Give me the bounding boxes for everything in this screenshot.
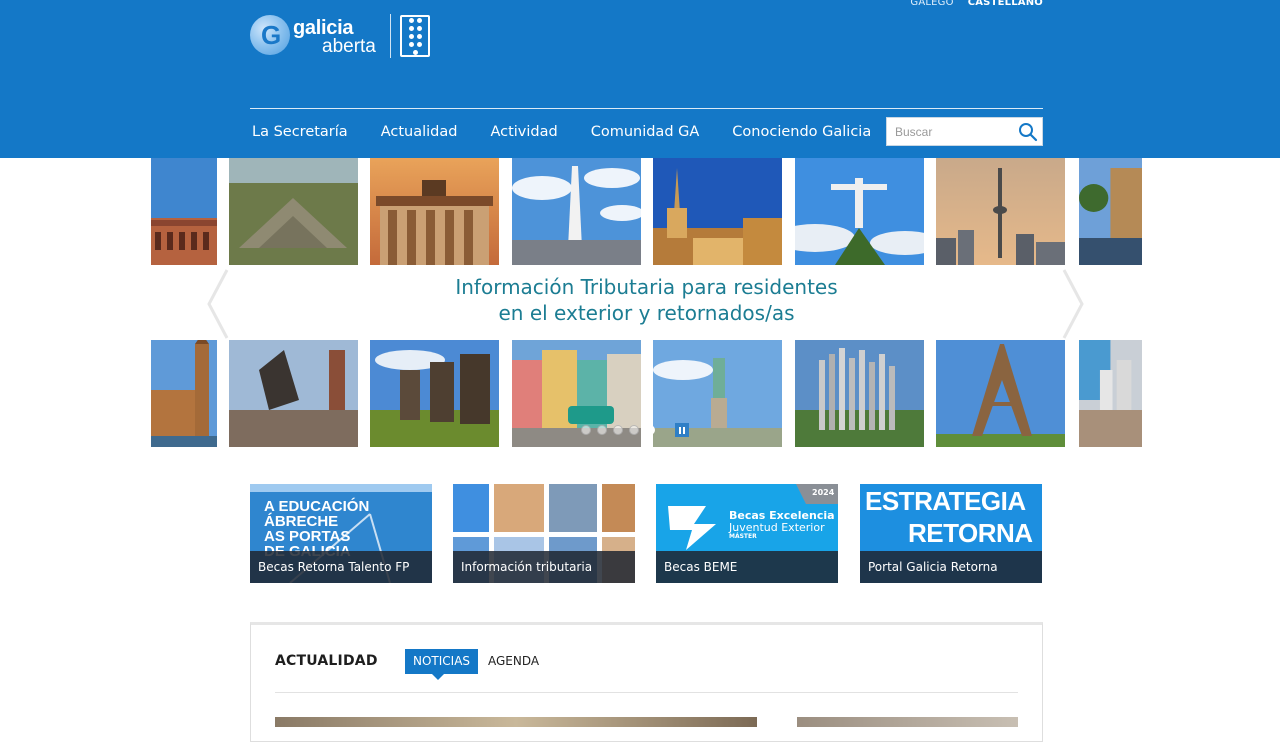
- logo-text-aberta: aberta: [322, 36, 376, 57]
- big-ben-image: [151, 340, 217, 447]
- nav-la-secretaria[interactable]: La Secretaría: [252, 124, 348, 140]
- brandenburg-gate-image: [370, 158, 499, 265]
- easter-island-moai-image: [370, 340, 499, 447]
- card-portal-galicia-retorna[interactable]: ESTRATEGIA RETORNA Portal Galicia Retorn…: [860, 484, 1042, 583]
- nav-conociendo-galicia[interactable]: Conociendo Galicia: [732, 124, 871, 140]
- slider-dot-3[interactable]: [613, 425, 623, 435]
- tab-noticias[interactable]: NOTICIAS: [405, 649, 479, 674]
- slider-pagination: [581, 423, 689, 437]
- teotihuacan-image: [229, 158, 358, 265]
- main-nav: La Secretaría Actualidad Actividad Comun…: [252, 124, 871, 140]
- actualidad-title: ACTUALIDAD: [275, 653, 378, 669]
- galicia-aberta-logo[interactable]: G galicia aberta: [250, 14, 432, 60]
- news-image-side[interactable]: [797, 717, 1018, 727]
- slider-next-arrow-icon[interactable]: [1062, 268, 1084, 340]
- tab-indicator: [432, 674, 444, 680]
- nav-actividad[interactable]: Actividad: [490, 124, 557, 140]
- beme-year-badge: 2024: [812, 488, 835, 497]
- search-icon[interactable]: [1018, 122, 1038, 142]
- nav-actualidad[interactable]: Actualidad: [381, 124, 458, 140]
- card-becas-retorna-talento-fp[interactable]: A EDUCACIÓN ÁBRECHE AS PORTAS DE GALICIA…: [250, 484, 432, 583]
- language-switcher: GALEGO CASTELLANO: [910, 0, 1043, 8]
- card-becas-beme[interactable]: 2024 Becas Excelencia Juventud Exterior …: [656, 484, 838, 583]
- lang-castellano[interactable]: CASTELLANO: [968, 0, 1043, 8]
- slider-dot-2[interactable]: [597, 425, 607, 435]
- colosseum-image: [151, 158, 217, 265]
- coastal-city-image: [1079, 340, 1142, 447]
- search-input[interactable]: [887, 118, 1013, 145]
- slider-dot-1[interactable]: [581, 425, 591, 435]
- nav-divider: [250, 108, 1043, 109]
- search-box: [886, 117, 1043, 146]
- card-informacion-tributaria[interactable]: Información tributaria: [453, 484, 635, 583]
- beme-tag: MÁSTER: [729, 533, 757, 540]
- lang-galego[interactable]: GALEGO: [910, 0, 953, 8]
- nav-comunidad-ga[interactable]: Comunidad GA: [591, 124, 700, 140]
- stockholm-city-hall-image: [229, 340, 358, 447]
- card-caption: Información tributaria: [453, 551, 635, 583]
- christ-redeemer-image: [795, 158, 924, 265]
- logo-mark-icon: G: [250, 15, 290, 55]
- cn-tower-toronto-image: [936, 158, 1065, 265]
- buenos-aires-obelisk-image: [512, 158, 641, 265]
- slider-dot-5[interactable]: [645, 425, 655, 435]
- slider-dot-4[interactable]: [629, 425, 639, 435]
- tab-agenda[interactable]: AGENDA: [480, 649, 547, 674]
- eiffel-tower-image: [936, 340, 1065, 447]
- site-header: GALEGO CASTELLANO G galicia aberta La Se…: [0, 0, 1280, 158]
- slider-pause-icon[interactable]: [675, 423, 689, 437]
- news-image-main[interactable]: [275, 717, 757, 727]
- card-caption: Becas BEME: [656, 551, 838, 583]
- section-divider: [275, 692, 1018, 693]
- banner-headline[interactable]: Información Tributaria para residentes e…: [151, 274, 1142, 326]
- actualidad-section: ACTUALIDAD NOTICIAS AGENDA: [250, 622, 1043, 742]
- canal-houses-image: [1079, 158, 1142, 265]
- logo-divider: [390, 14, 391, 58]
- xunta-coat-of-arms-icon: [400, 15, 430, 57]
- hero-slider[interactable]: Información Tributaria para residentes e…: [151, 158, 1142, 448]
- card-caption: Becas Retorna Talento FP: [250, 551, 432, 583]
- retorna-line2: RETORNA: [908, 518, 1033, 548]
- card-caption: Portal Galicia Retorna: [860, 551, 1042, 583]
- grand-place-brussels-image: [653, 158, 782, 265]
- retorna-line1: ESTRATEGIA: [865, 486, 1026, 516]
- sibelius-monument-image: [795, 340, 924, 447]
